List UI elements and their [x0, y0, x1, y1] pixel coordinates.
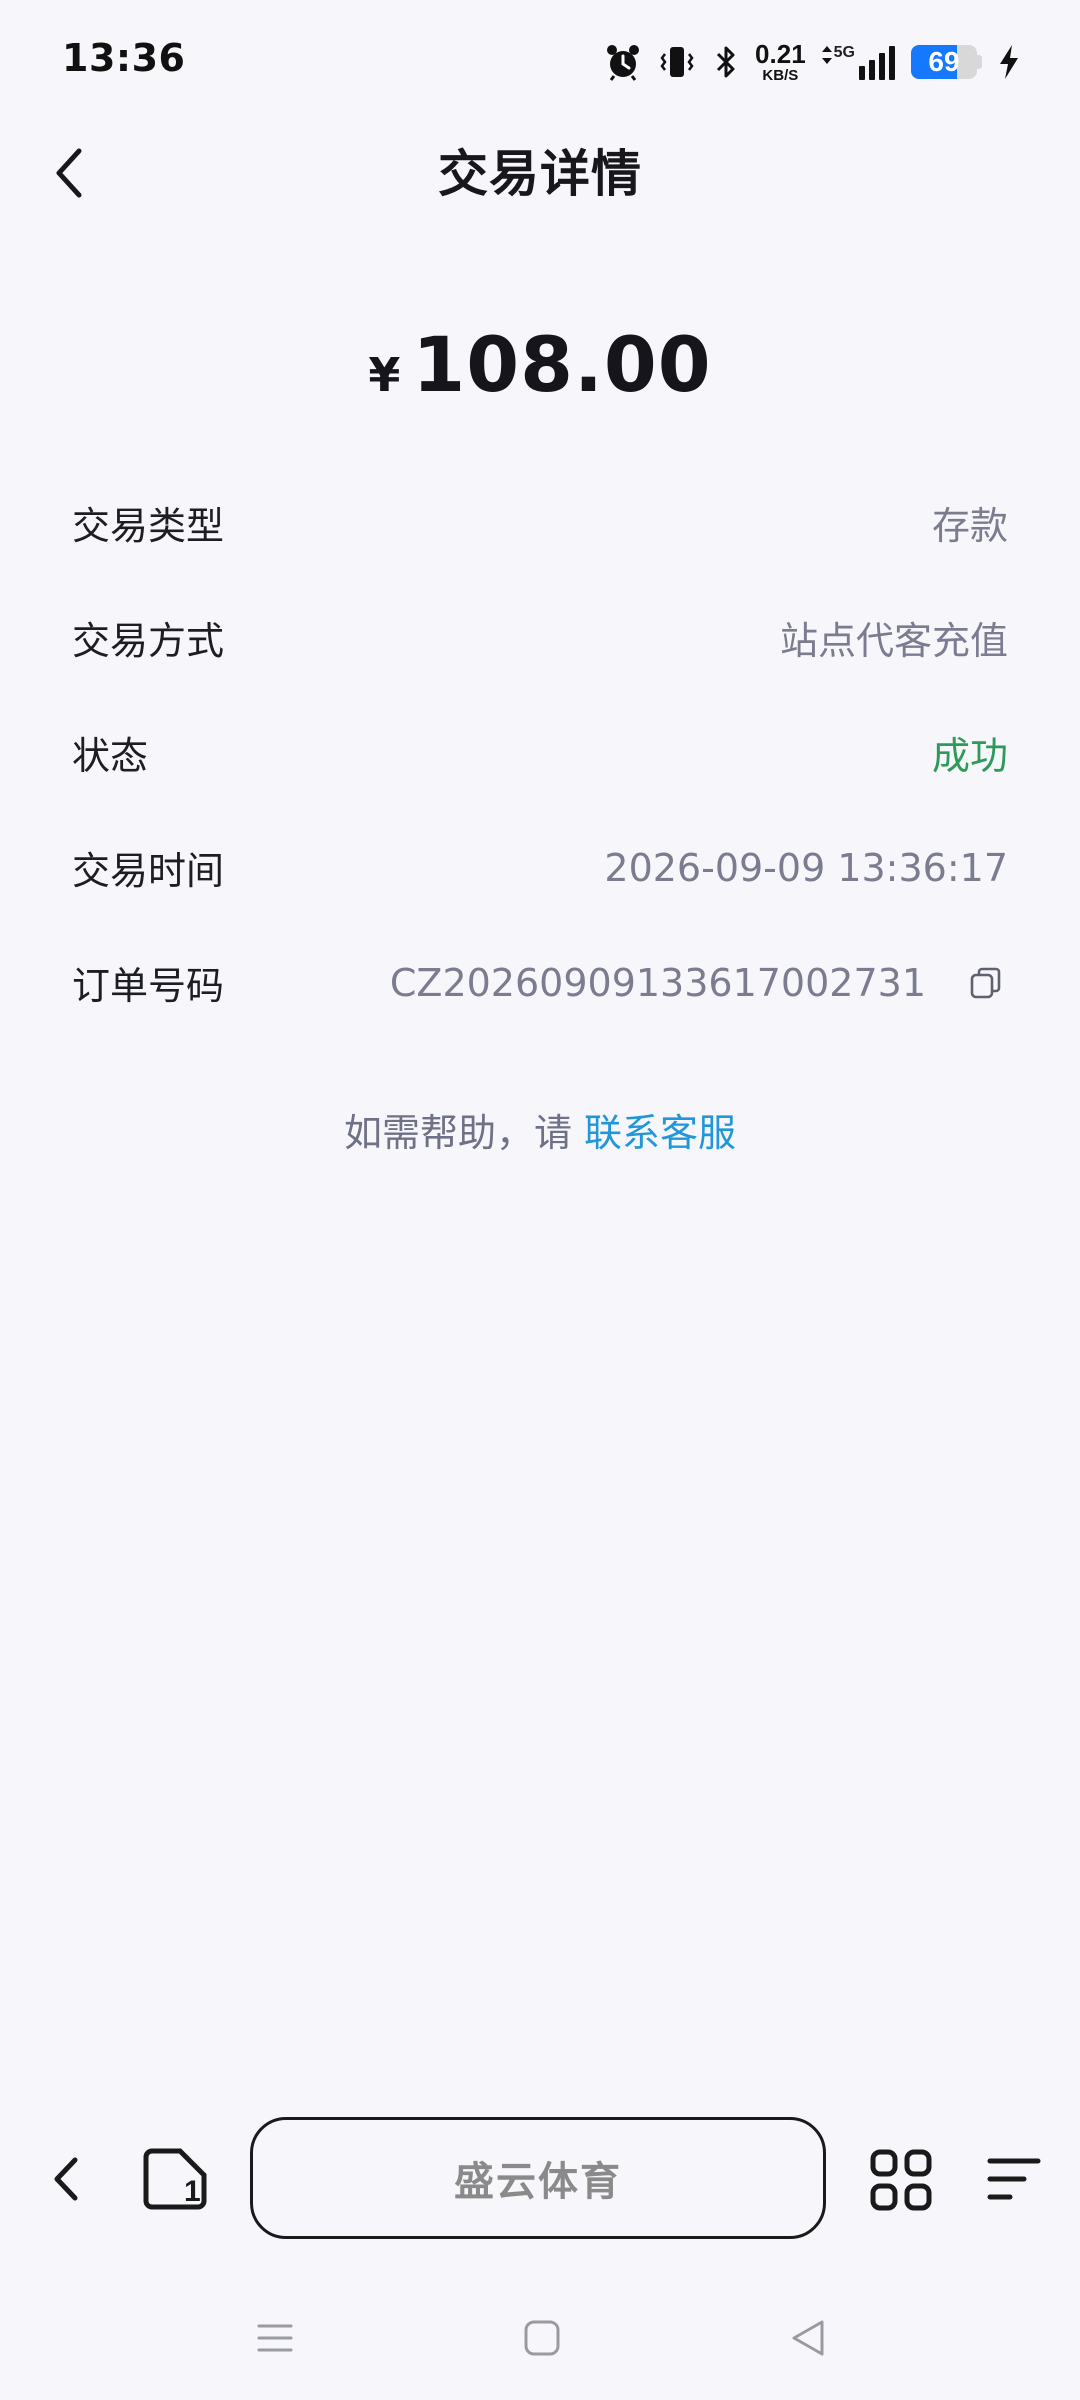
menu-lines-icon: [987, 2158, 1041, 2200]
detail-row-status: 状态 成功: [72, 695, 1008, 810]
menu-icon: [257, 2324, 293, 2352]
alarm-icon: [607, 45, 640, 81]
browser-toolbar: 1 盛云体育: [0, 2105, 1080, 2255]
detail-label: 状态: [72, 734, 149, 778]
transaction-details: 交易类型 存款 交易方式 站点代客充值 状态 成功 交易时间 2026-09-0…: [72, 465, 1008, 1040]
page-title: 交易详情: [438, 145, 642, 203]
back-triangle-icon: [792, 2320, 824, 2356]
status-value: 成功: [931, 734, 1008, 778]
bluetooth-icon: [716, 46, 735, 78]
detail-label: 订单号码: [72, 964, 225, 1008]
battery-icon: 69: [911, 45, 977, 79]
detail-row-order-number: 订单号码 CZ20260909133617002731: [72, 925, 1008, 1040]
browser-back-button[interactable]: [36, 2149, 96, 2209]
apps-grid-button[interactable]: [868, 2147, 934, 2213]
detail-label: 交易方式: [72, 619, 225, 663]
detail-label: 交易时间: [72, 849, 225, 893]
tabs-count: 1: [184, 2175, 201, 2208]
address-bar[interactable]: 盛云体育: [250, 2117, 826, 2239]
system-back-button[interactable]: [778, 2308, 838, 2368]
home-square-icon: [524, 2320, 560, 2356]
battery-tip: [977, 55, 982, 69]
net-speed-unit: KB/S: [762, 67, 799, 84]
order-number-value: CZ20260909133617002731: [389, 960, 926, 1005]
status-time: 13:36: [62, 36, 186, 80]
data-arrows-icon: [821, 46, 832, 64]
transaction-detail-screen: 13:36 0.21 KB/S 5G 69 交易详情 ¥ 108.00 交易类型…: [0, 0, 1080, 2400]
detail-label: 交易类型: [72, 504, 225, 548]
detail-value: 站点代客充值: [779, 619, 1008, 663]
network-type: 5G: [833, 44, 855, 61]
home-button[interactable]: [512, 2308, 572, 2368]
net-speed: 0.21 KB/S: [755, 41, 806, 83]
amount-value: 108.00: [412, 320, 712, 409]
vibrate-icon: [660, 47, 694, 77]
signal-icon: [859, 46, 895, 80]
copy-button[interactable]: [964, 961, 1008, 1005]
tabs-button[interactable]: 1: [140, 2145, 210, 2215]
net-speed-value: 0.21: [755, 39, 806, 69]
chevron-left-icon: [54, 2157, 78, 2201]
status-bar: 13:36 0.21 KB/S 5G 69: [0, 0, 1080, 120]
help-text: 如需帮助，请 联系客服: [0, 1102, 1080, 1157]
detail-row-type: 交易类型 存款: [72, 465, 1008, 580]
header: 交易详情: [0, 120, 1080, 230]
transaction-amount: ¥ 108.00: [0, 320, 1080, 409]
help-prefix: 如需帮助，请: [343, 1111, 585, 1155]
grid-icon: [870, 2149, 932, 2211]
contact-support-link[interactable]: 联系客服: [584, 1111, 736, 1155]
currency-symbol: ¥: [368, 348, 401, 402]
menu-button[interactable]: [984, 2149, 1044, 2209]
charging-icon: [1000, 45, 1018, 79]
detail-row-time: 交易时间 2026-09-09 13:36:17: [72, 810, 1008, 925]
order-number-wrap: CZ20260909133617002731: [390, 961, 1008, 1005]
recent-apps-button[interactable]: [245, 2308, 305, 2368]
detail-value: 2026-09-09 13:36:17: [604, 845, 1008, 890]
status-icons: 0.21 KB/S 5G 69: [603, 36, 1022, 88]
copy-icon: [970, 967, 1001, 998]
detail-value: 存款: [931, 504, 1008, 548]
battery-level: 69: [928, 46, 960, 77]
mobile-signal: 5G: [820, 42, 897, 82]
system-navigation-bar: [0, 2290, 1080, 2400]
detail-row-method: 交易方式 站点代客充值: [72, 580, 1008, 695]
